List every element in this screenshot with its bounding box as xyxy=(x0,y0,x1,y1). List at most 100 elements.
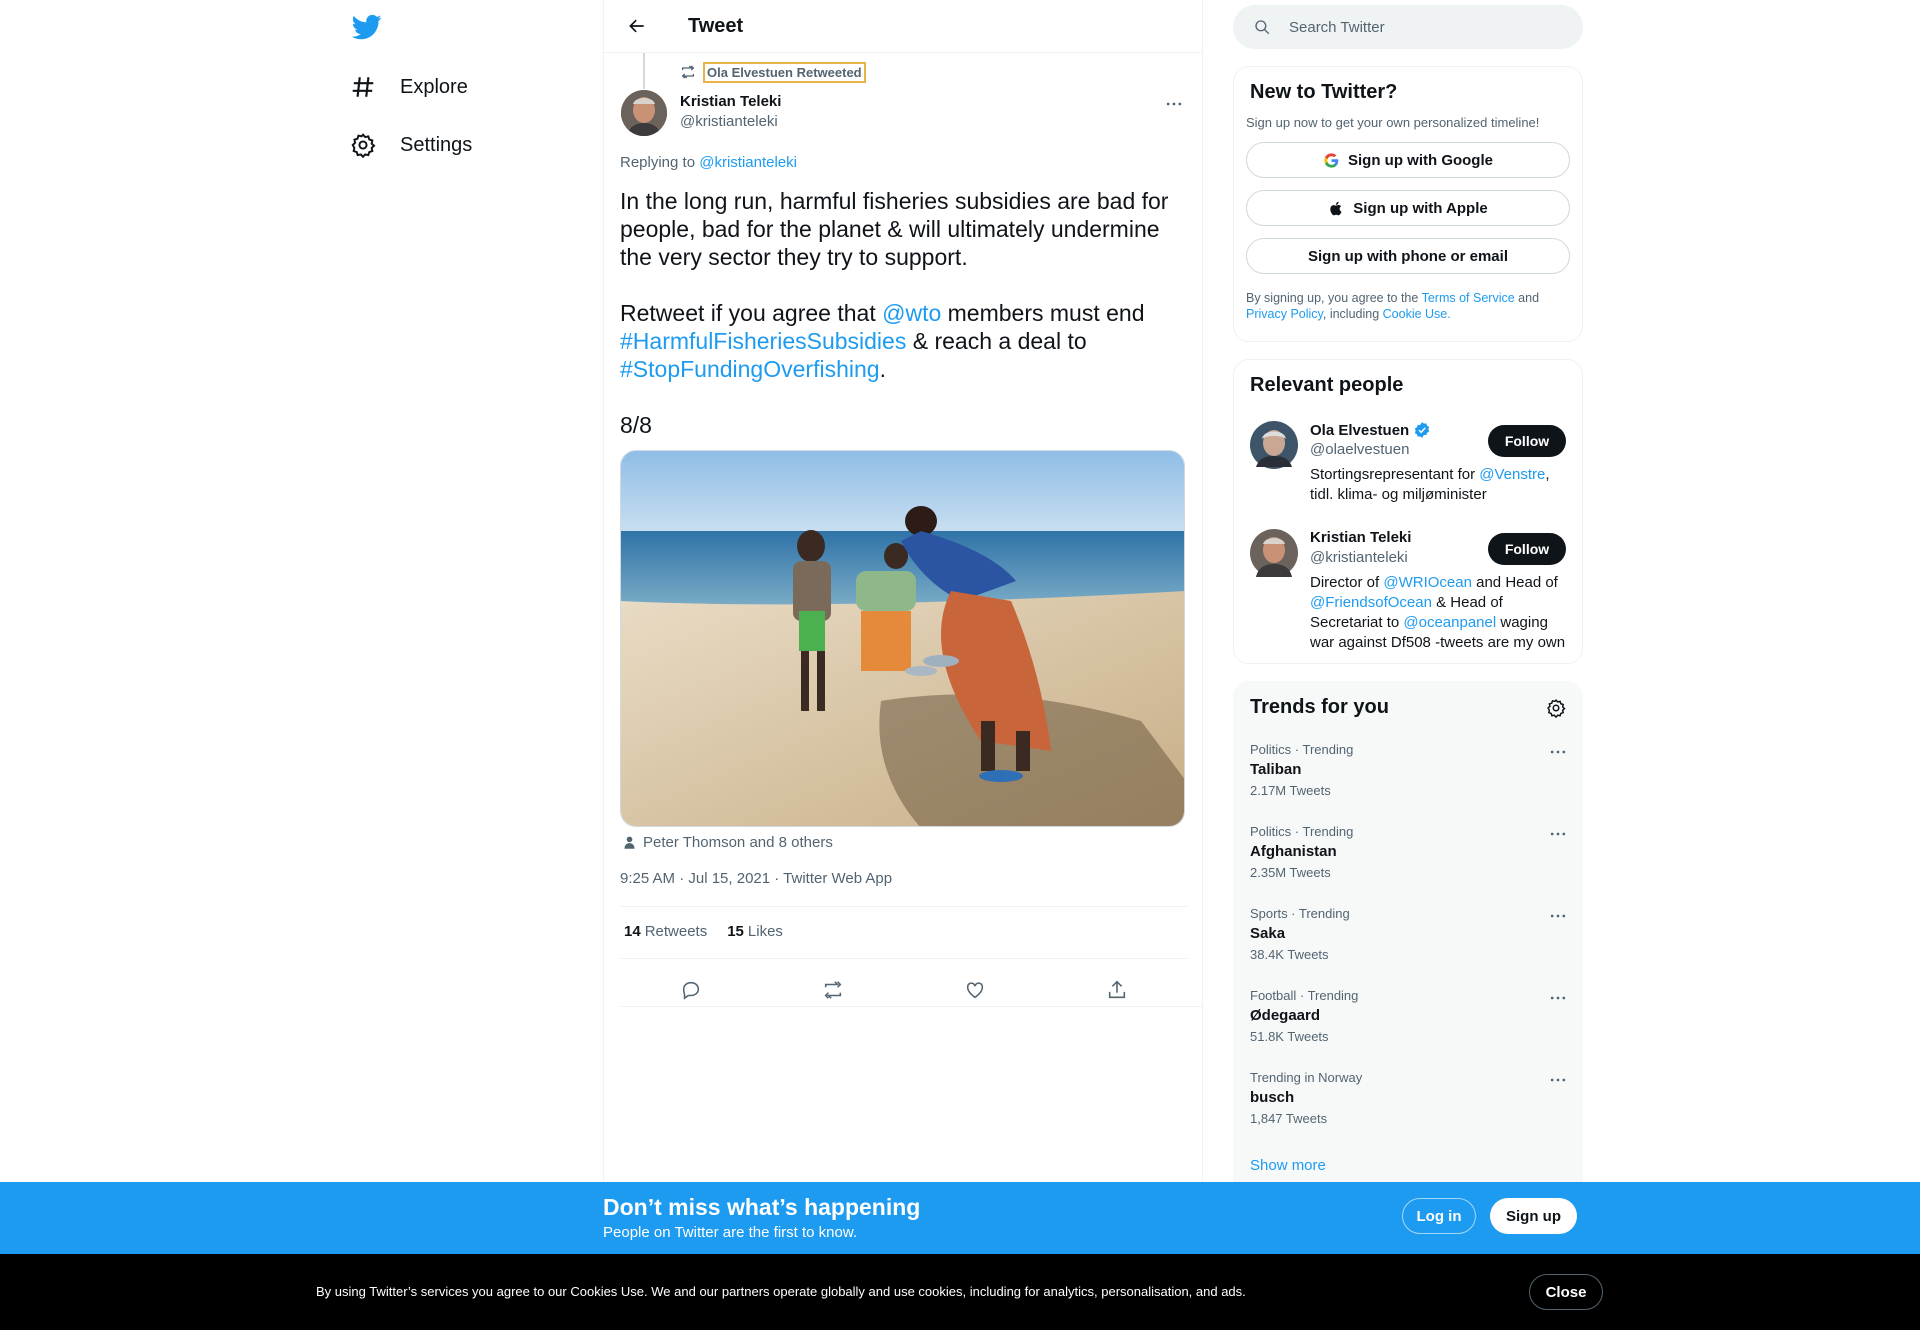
tweet-paragraph-3: 8/8 xyxy=(620,412,652,438)
bio-mention-link[interactable]: @WRIOcean xyxy=(1383,574,1472,591)
terms-of-service-link[interactable]: Terms of Service xyxy=(1422,291,1515,305)
author-info[interactable]: Kristian Teleki @kristianteleki xyxy=(680,92,781,132)
trend-item[interactable]: Football · Trending Ødegaard 51.8K Tweet… xyxy=(1250,988,1568,1044)
more-options-icon[interactable] xyxy=(1162,92,1186,116)
person-name[interactable]: Kristian Teleki xyxy=(1310,529,1411,546)
gear-icon xyxy=(350,132,376,158)
nav-settings[interactable]: Settings xyxy=(350,121,472,169)
nav-explore-label: Explore xyxy=(400,75,468,98)
search-bar[interactable]: Search Twitter xyxy=(1233,5,1583,49)
person-handle[interactable]: @olaelvestuen xyxy=(1310,441,1409,458)
tweet-paragraph-1: In the long run, harmful fisheries subsi… xyxy=(620,188,1175,270)
signup-terms: By signing up, you agree to the Terms of… xyxy=(1246,290,1570,322)
trend-count: 51.8K Tweets xyxy=(1250,1029,1329,1044)
trend-name: Taliban xyxy=(1250,761,1302,778)
terms-text-c: , including xyxy=(1322,307,1383,321)
tweet-text: In the long run, harmful fisheries subsi… xyxy=(620,187,1180,439)
more-options-icon[interactable] xyxy=(1548,1070,1568,1090)
reply-icon[interactable] xyxy=(671,970,711,1010)
privacy-policy-link[interactable]: Privacy Policy xyxy=(1246,307,1323,321)
tweet-header: Tweet xyxy=(604,0,1202,53)
likes-count-link[interactable]: 15 Likes xyxy=(727,923,783,940)
cookie-use-link[interactable]: Cookie Use. xyxy=(1383,307,1451,321)
cookie-text: By using Twitter’s services you agree to… xyxy=(316,1284,1246,1299)
share-icon[interactable] xyxy=(1097,970,1137,1010)
signup-phone-button[interactable]: Sign up with phone or email xyxy=(1246,238,1570,274)
retweet-icon xyxy=(680,64,696,80)
bio-mention-link[interactable]: @Venstre xyxy=(1479,466,1545,483)
follow-button[interactable]: Follow xyxy=(1488,533,1566,565)
hashtag-icon xyxy=(350,74,376,100)
more-options-icon[interactable] xyxy=(1548,988,1568,1008)
nav-explore[interactable]: Explore xyxy=(350,63,468,111)
search-placeholder[interactable]: Search Twitter xyxy=(1289,19,1385,36)
author-handle[interactable]: @kristianteleki xyxy=(680,112,781,132)
person-avatar[interactable] xyxy=(1250,421,1298,469)
show-more-link[interactable]: Show more xyxy=(1250,1157,1326,1174)
trend-item[interactable]: Politics · Trending Afghanistan 2.35M Tw… xyxy=(1250,824,1568,880)
hashtag-link-1[interactable]: #HarmfulFisheriesSubsidies xyxy=(620,328,906,354)
author-name[interactable]: Kristian Teleki xyxy=(680,92,781,112)
person-handle[interactable]: @kristianteleki xyxy=(1310,549,1408,566)
trend-item[interactable]: Politics · Trending Taliban 2.17M Tweets xyxy=(1250,742,1568,798)
hashtag-link-2[interactable]: #StopFundingOverfishing xyxy=(620,356,880,382)
divider xyxy=(620,906,1188,907)
bio-text: and Head of xyxy=(1471,574,1558,591)
person-avatar[interactable] xyxy=(1250,529,1298,577)
retweets-count-link[interactable]: 14 Retweets xyxy=(624,923,707,940)
new-to-twitter-subtitle: Sign up now to get your own personalized… xyxy=(1246,115,1540,130)
bio-mention-link[interactable]: @oceanpanel xyxy=(1403,614,1496,631)
signup-google-label: Sign up with Google xyxy=(1348,151,1493,169)
trend-item[interactable]: Trending in Norway busch 1,847 Tweets xyxy=(1250,1070,1568,1126)
signup-apple-label: Sign up with Apple xyxy=(1353,199,1488,217)
replying-handle-link[interactable]: @kristianteleki xyxy=(699,154,797,171)
tweet-timestamp[interactable]: 9:25 AM · Jul 15, 2021 · Twitter Web App xyxy=(620,870,892,887)
trend-category: Politics · Trending xyxy=(1250,824,1354,839)
person-name[interactable]: Ola Elvestuen xyxy=(1310,421,1431,439)
nav-settings-label: Settings xyxy=(400,133,473,156)
cookie-banner: By using Twitter’s services you agree to… xyxy=(0,1254,1920,1330)
login-button[interactable]: Log in xyxy=(1402,1198,1476,1234)
tagged-people[interactable]: Peter Thomson and 8 others xyxy=(622,834,833,851)
retweet-action-icon[interactable] xyxy=(813,970,853,1010)
relevant-people-title: Relevant people xyxy=(1250,374,1404,396)
signup-button[interactable]: Sign up xyxy=(1490,1198,1577,1234)
like-icon[interactable] xyxy=(955,970,995,1010)
more-options-icon[interactable] xyxy=(1548,824,1568,844)
more-options-icon[interactable] xyxy=(1548,742,1568,762)
terms-text-b: and xyxy=(1514,291,1540,305)
tweet-photo[interactable] xyxy=(620,450,1185,827)
signup-google-button[interactable]: Sign up with Google xyxy=(1246,142,1570,178)
back-arrow-icon[interactable] xyxy=(620,9,654,43)
divider xyxy=(620,958,1188,959)
tweet-p2-a: Retweet if you agree that xyxy=(620,300,883,326)
tweet-p2-d: . xyxy=(879,356,886,382)
terms-text-a: By signing up, you agree to the xyxy=(1246,291,1422,305)
tweet-p2-c: & reach a deal to xyxy=(906,328,1094,354)
trend-name: busch xyxy=(1250,1089,1295,1106)
author-avatar[interactable] xyxy=(621,90,667,136)
tweet-p2-b: members must end xyxy=(941,300,1151,326)
apple-icon xyxy=(1328,200,1345,217)
retweeted-by-link[interactable]: Ola Elvestuen Retweeted xyxy=(703,61,866,83)
twitter-logo-icon[interactable] xyxy=(352,12,382,42)
trend-name: Ødegaard xyxy=(1250,1007,1321,1024)
signup-apple-button[interactable]: Sign up with Apple xyxy=(1246,190,1570,226)
mention-link[interactable]: @wto xyxy=(882,300,941,326)
trend-count: 2.17M Tweets xyxy=(1250,783,1331,798)
thread-line xyxy=(643,53,645,89)
close-cookie-button[interactable]: Close xyxy=(1529,1274,1603,1310)
replying-to: Replying to @kristianteleki xyxy=(620,154,797,171)
verified-badge-icon xyxy=(1413,421,1431,439)
bio-mention-link[interactable]: @FriendsofOcean xyxy=(1310,594,1432,611)
person-name-label: Kristian Teleki xyxy=(1310,529,1412,546)
page-title: Tweet xyxy=(688,14,744,37)
person-icon xyxy=(622,835,637,850)
trends-settings-gear-icon[interactable] xyxy=(1546,698,1566,718)
retweet-context: Ola Elvestuen Retweeted xyxy=(680,61,866,83)
trend-count: 2.35M Tweets xyxy=(1250,865,1331,880)
more-options-icon[interactable] xyxy=(1548,906,1568,926)
trend-item[interactable]: Sports · Trending Saka 38.4K Tweets xyxy=(1250,906,1568,962)
trend-category: Football · Trending xyxy=(1250,988,1359,1003)
follow-button[interactable]: Follow xyxy=(1488,425,1566,457)
